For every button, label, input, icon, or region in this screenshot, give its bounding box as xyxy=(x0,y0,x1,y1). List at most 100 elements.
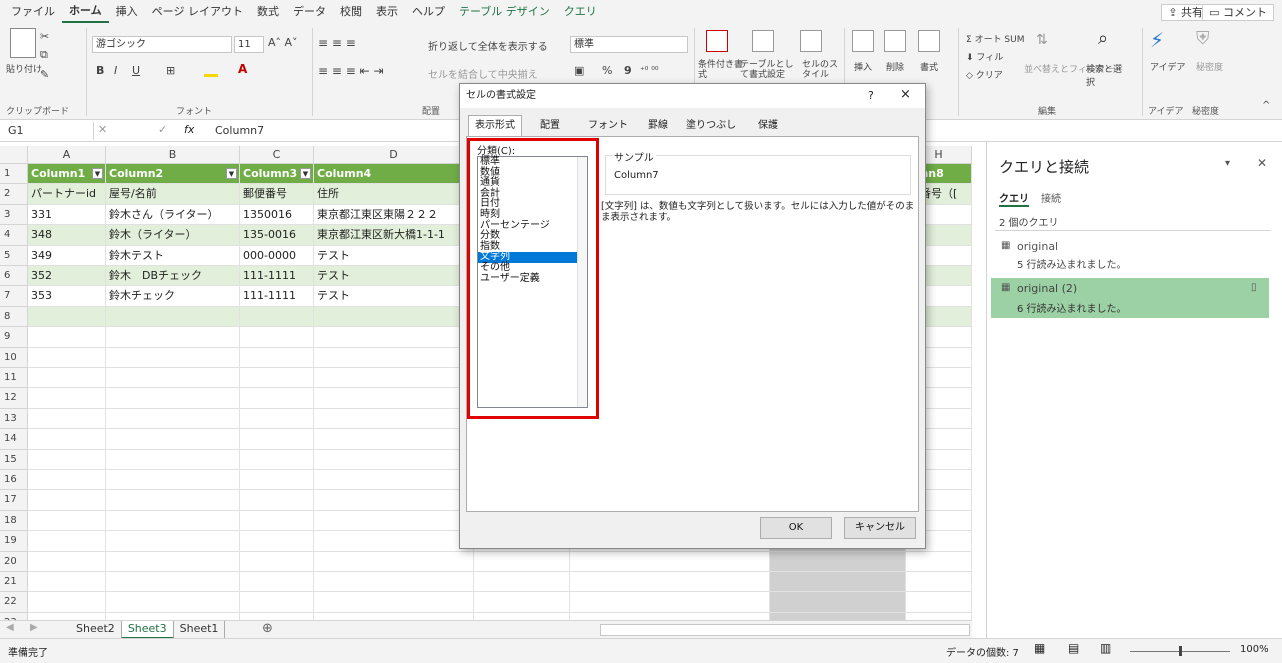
cell[interactable] xyxy=(106,347,240,368)
accounting-icon[interactable]: ▣ xyxy=(574,64,584,77)
cell[interactable] xyxy=(106,490,240,511)
cell[interactable] xyxy=(240,408,314,430)
cell[interactable]: 348 xyxy=(28,225,106,246)
italic-icon[interactable]: I xyxy=(114,64,117,77)
tab-alignment[interactable]: 配置 xyxy=(536,116,564,136)
cell[interactable] xyxy=(474,572,570,593)
copy-icon[interactable]: ⧉ xyxy=(40,48,48,62)
collapse-ribbon-icon[interactable]: ^ xyxy=(1262,100,1270,111)
font-color-icon[interactable]: A xyxy=(238,62,247,76)
name-box[interactable]: G1 xyxy=(4,122,94,140)
align-left-icon[interactable]: ≡ ≡ ≡ ⇤ ⇥ xyxy=(318,64,384,78)
row-header[interactable]: 12 xyxy=(0,388,28,409)
cell[interactable] xyxy=(240,449,314,470)
grow-font-icon[interactable]: A˄ A˅ xyxy=(268,36,298,49)
cell[interactable] xyxy=(28,531,106,552)
cell[interactable] xyxy=(570,592,770,613)
row-header[interactable]: 17 xyxy=(0,490,28,511)
cell[interactable] xyxy=(106,429,240,450)
cell[interactable] xyxy=(106,572,240,593)
autosum-button[interactable]: Σ オート SUM xyxy=(966,32,1025,45)
format-as-table-icon[interactable] xyxy=(752,30,774,52)
prev-sheet-icon[interactable]: ◀ xyxy=(6,622,14,633)
tab-number[interactable]: 表示形式 xyxy=(468,115,522,137)
cell[interactable]: 1350016 xyxy=(240,204,314,226)
cell-styles-icon[interactable] xyxy=(800,30,822,52)
ok-button[interactable]: OK xyxy=(760,517,832,539)
row-header[interactable]: 6 xyxy=(0,266,28,287)
cell[interactable] xyxy=(28,572,106,593)
zoom-level[interactable]: 100% xyxy=(1240,644,1269,655)
cell[interactable] xyxy=(314,592,474,613)
tab-border[interactable]: 罫線 xyxy=(644,116,672,136)
delete-cells-icon[interactable] xyxy=(884,30,906,52)
next-sheet-icon[interactable]: ▶ xyxy=(30,622,38,633)
cell[interactable] xyxy=(28,490,106,511)
increase-decimal-icon[interactable]: ⁺⁰ ⁰⁰ xyxy=(640,66,658,76)
cell[interactable] xyxy=(770,592,906,613)
sheet-tab-sheet2[interactable]: Sheet2 xyxy=(70,621,122,639)
cell[interactable] xyxy=(106,327,240,348)
cell[interactable]: テスト xyxy=(314,286,474,307)
menu-page-layout[interactable]: ページ レイアウト xyxy=(145,0,250,24)
fill-button[interactable]: ⬇ フィル xyxy=(966,50,1003,63)
cell[interactable] xyxy=(240,551,314,572)
normal-view-icon[interactable]: ▦ xyxy=(1034,641,1045,655)
cell[interactable] xyxy=(106,551,240,572)
menu-table-design[interactable]: テーブル デザイン xyxy=(452,0,557,24)
filter-dropdown-icon[interactable]: ▼ xyxy=(92,168,103,179)
query-item[interactable]: ▦ original 5 行読み込まれました。 xyxy=(995,236,1275,274)
enter-icon[interactable]: ✓ xyxy=(158,123,167,136)
cell[interactable]: 鈴木 DBチェック xyxy=(106,266,240,287)
cell[interactable] xyxy=(474,551,570,572)
cut-icon[interactable]: ✂ xyxy=(40,30,49,43)
filter-dropdown-icon[interactable]: ▼ xyxy=(300,168,311,179)
cell[interactable] xyxy=(240,306,314,328)
paste-icon[interactable] xyxy=(10,28,36,58)
cell[interactable]: 鈴木テスト xyxy=(106,245,240,266)
cell[interactable] xyxy=(28,327,106,348)
page-break-view-icon[interactable]: ▥ xyxy=(1100,641,1111,655)
tab-font[interactable]: フォント xyxy=(584,116,632,136)
conditional-format-icon[interactable] xyxy=(706,30,728,52)
row-header[interactable]: 8 xyxy=(0,306,28,328)
cell[interactable] xyxy=(314,429,474,450)
table-header-cell[interactable]: Column3 ▼ xyxy=(240,164,314,185)
cell[interactable] xyxy=(240,490,314,511)
cell[interactable]: 135-0016 xyxy=(240,225,314,246)
cell[interactable] xyxy=(240,347,314,368)
cell[interactable] xyxy=(906,572,972,593)
cell[interactable] xyxy=(106,408,240,430)
zoom-slider-thumb[interactable] xyxy=(1179,646,1182,656)
cell[interactable]: 東京都江東区東陽２２２ xyxy=(314,204,474,226)
column-header[interactable]: C xyxy=(240,146,314,164)
wrap-text-button[interactable]: 折り返して全体を表示する xyxy=(428,38,548,53)
row-header[interactable]: 11 xyxy=(0,368,28,389)
row-header[interactable]: 20 xyxy=(0,551,28,572)
cell[interactable] xyxy=(28,510,106,532)
table-header-cell[interactable]: Column1 ▼ xyxy=(28,164,106,185)
sort-filter-icon[interactable]: ⇅ xyxy=(1036,32,1048,48)
cell[interactable] xyxy=(474,592,570,613)
menu-insert[interactable]: 挿入 xyxy=(109,0,145,24)
cell[interactable]: テスト xyxy=(314,266,474,287)
page-layout-view-icon[interactable]: ▤ xyxy=(1068,641,1079,655)
row-header[interactable]: 19 xyxy=(0,531,28,552)
cell[interactable] xyxy=(28,388,106,409)
add-sheet-button[interactable]: ⊕ xyxy=(262,621,273,636)
row-header[interactable]: 3 xyxy=(0,204,28,226)
tab-fill[interactable]: 塗りつぶし xyxy=(682,116,740,136)
cell[interactable] xyxy=(240,388,314,409)
cell[interactable] xyxy=(314,572,474,593)
row-header[interactable]: 1 xyxy=(0,164,28,185)
tab-protection[interactable]: 保護 xyxy=(754,116,782,136)
cell[interactable] xyxy=(28,449,106,470)
cell[interactable] xyxy=(106,388,240,409)
column-header[interactable]: D xyxy=(314,146,474,164)
cell[interactable] xyxy=(314,368,474,389)
format-cells-icon[interactable] xyxy=(918,30,940,52)
menu-view[interactable]: 表示 xyxy=(369,0,405,24)
cell[interactable] xyxy=(28,592,106,613)
font-size-combo[interactable]: 11 xyxy=(234,36,264,53)
cell[interactable] xyxy=(314,470,474,491)
